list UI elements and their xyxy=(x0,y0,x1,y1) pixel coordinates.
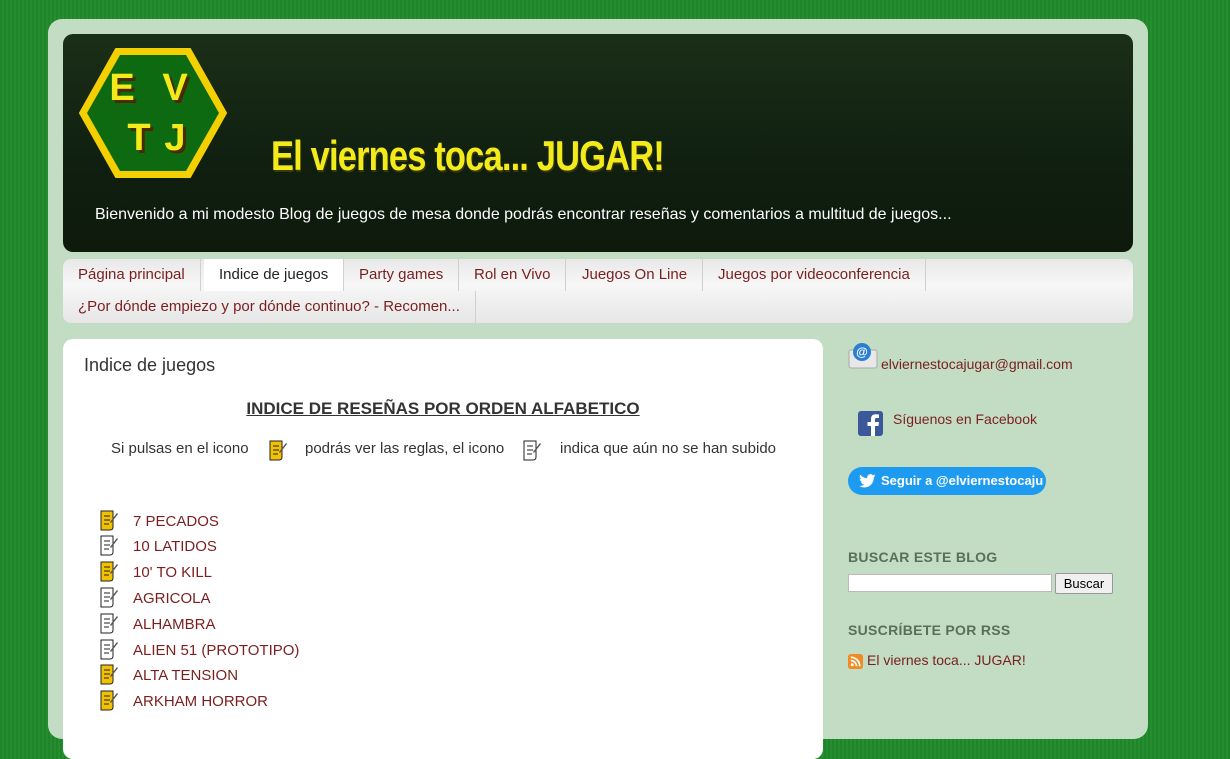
game-link[interactable]: 7 PECADOS xyxy=(133,513,219,530)
search-section-title: BUSCAR ESTE BLOG xyxy=(848,549,998,565)
logo-letter: J xyxy=(164,117,185,159)
page-tabs: Página principal Indice de juegos Party … xyxy=(63,259,1133,323)
logo-letter: E xyxy=(109,67,134,109)
search-input[interactable] xyxy=(848,574,1052,592)
no-rules-icon xyxy=(100,535,118,556)
no-rules-icon xyxy=(100,613,118,634)
tab-juegos-por-videoconferencia[interactable]: Juegos por videoconferencia xyxy=(703,259,926,291)
no-rules-icon xyxy=(100,639,118,660)
rss-link[interactable]: El viernes toca... JUGAR! xyxy=(867,652,1026,668)
tab-juegos-on-line[interactable]: Juegos On Line xyxy=(567,259,704,291)
game-link[interactable]: ALHAMBRA xyxy=(133,616,216,633)
game-link[interactable]: ARKHAM HORROR xyxy=(133,693,268,710)
svg-text:@: @ xyxy=(856,345,868,359)
page-container: E E V V T T J J El viernes toca... JUGAR… xyxy=(48,19,1148,759)
twitter-bird-icon xyxy=(859,474,876,488)
main-content: Indice de juegos INDICE DE RESEÑAS POR O… xyxy=(63,339,823,759)
rules-icon[interactable] xyxy=(98,509,118,531)
blog-title[interactable]: El viernes toca... JUGAR! xyxy=(271,132,665,180)
email-icon: @ xyxy=(848,343,878,369)
rss-icon xyxy=(848,654,863,669)
tab-indice-de-juegos[interactable]: Indice de juegos xyxy=(204,259,345,291)
index-heading: INDICE DE RESEÑAS POR ORDEN ALFABETICO xyxy=(246,399,640,418)
game-link[interactable]: ALIEN 51 (PROTOTIPO) xyxy=(133,642,299,659)
rules-icon[interactable] xyxy=(267,439,287,461)
twitter-follow-label: Seguir a @elviernestocaju xyxy=(881,473,1044,488)
legend-text-2: podrás ver las reglas, el icono xyxy=(305,440,505,457)
page-title: Indice de juegos xyxy=(84,355,216,375)
logo-letter: V xyxy=(162,67,188,109)
rules-icon[interactable] xyxy=(98,560,118,582)
twitter-follow-button[interactable]: Seguir a @elviernestocaju xyxy=(848,467,1046,495)
tab-por-donde-empiezo[interactable]: ¿Por dónde empiezo y por dónde continuo?… xyxy=(63,291,476,323)
search-button[interactable]: Buscar xyxy=(1055,573,1113,594)
no-rules-icon xyxy=(523,440,541,461)
legend-text-3: indica que aún no se han subido xyxy=(560,440,777,457)
tab-rol-en-vivo[interactable]: Rol en Vivo xyxy=(459,259,567,291)
facebook-link[interactable]: Síguenos en Facebook xyxy=(893,411,1037,427)
rules-icon[interactable] xyxy=(98,689,118,711)
game-link[interactable]: 10' TO KILL xyxy=(133,564,212,581)
logo-icon[interactable]: E E V V T T J J xyxy=(78,47,228,179)
tab-party-games[interactable]: Party games xyxy=(344,259,460,291)
game-link[interactable]: AGRICOLA xyxy=(133,590,211,607)
logo-letter: T xyxy=(127,117,150,159)
facebook-icon[interactable] xyxy=(858,411,883,436)
no-rules-icon xyxy=(100,587,118,608)
email-link[interactable]: elviernestocajugar@gmail.com xyxy=(881,356,1073,372)
game-link[interactable]: ALTA TENSION xyxy=(133,667,238,684)
tab-pagina-principal[interactable]: Página principal xyxy=(63,259,201,291)
game-link[interactable]: 10 LATIDOS xyxy=(133,538,217,555)
blog-header: E E V V T T J J El viernes toca... JUGAR… xyxy=(63,34,1133,252)
rules-icon[interactable] xyxy=(98,663,118,685)
legend-text-1: Si pulsas en el icono xyxy=(111,440,249,457)
blog-description: Bienvenido a mi modesto Blog de juegos d… xyxy=(95,206,952,223)
rss-section-title: SUSCRÍBETE POR RSS xyxy=(848,622,1011,638)
